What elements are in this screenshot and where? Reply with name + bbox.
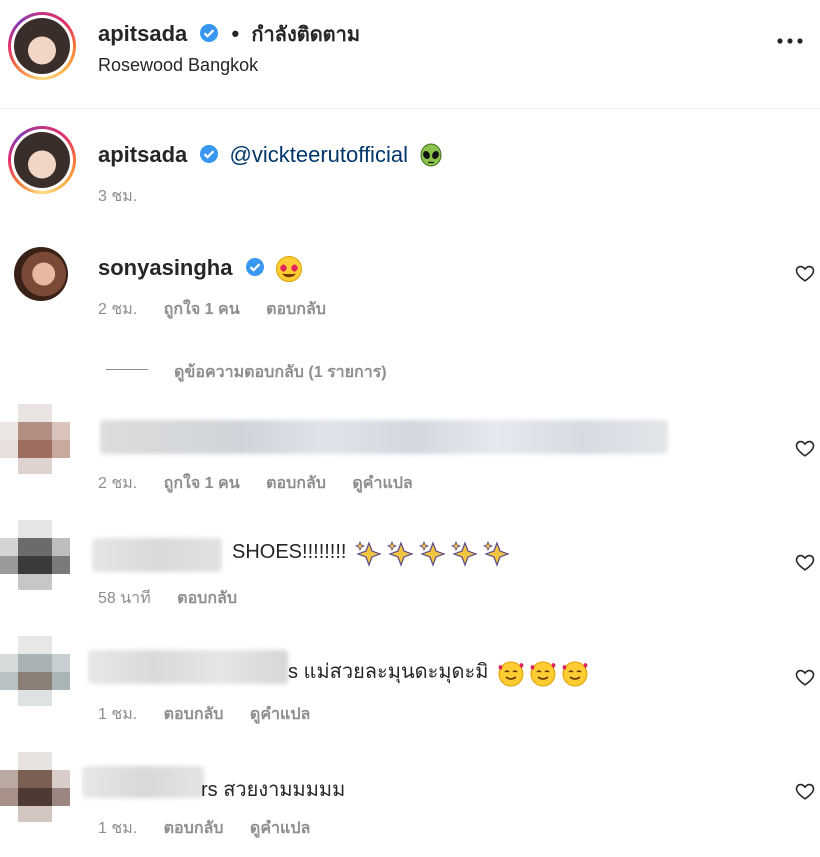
avatar-image <box>14 18 70 74</box>
caption-avatar[interactable] <box>8 126 76 194</box>
comment-text: SHOES!!!!!!!! <box>232 541 347 564</box>
comment-avatar-pixelated[interactable] <box>0 404 70 474</box>
comment-username-redacted <box>92 538 222 572</box>
comment-avatar-pixelated[interactable] <box>0 520 70 590</box>
more-horizontal-icon[interactable] <box>776 34 804 52</box>
like-heart-icon[interactable] <box>794 437 816 459</box>
comment-username-redacted <box>88 650 288 684</box>
comment-username-redacted <box>82 766 204 798</box>
caption-mention-link[interactable]: @vickteerutofficial <box>230 142 408 167</box>
avatar-image <box>14 132 70 188</box>
comment-likes-link[interactable]: ถูกใจ 1 คน <box>164 475 240 492</box>
comment-text: s แม่สวยละมุนดะมุดะมิ <box>288 661 489 683</box>
like-heart-icon[interactable] <box>794 551 816 573</box>
verified-icon <box>245 258 264 276</box>
sparkles-emoji <box>351 541 511 567</box>
comment-reply-button[interactable]: ตอบกลับ <box>164 706 224 723</box>
comment-likes-link[interactable]: ถูกใจ 1 คน <box>164 301 240 318</box>
translate-button[interactable]: ดูคำแปล <box>352 475 412 492</box>
header-divider <box>0 108 820 109</box>
comment-avatar-pixelated[interactable] <box>0 636 70 706</box>
comment-time: 58 นาที <box>98 590 151 607</box>
header-separator: • <box>231 21 240 46</box>
comment-avatar-pixelated[interactable] <box>0 752 70 822</box>
comment-time: 1 ชม. <box>98 706 138 723</box>
view-replies-button[interactable]: ดูข้อความตอบกลับ (1 รายการ) <box>174 360 387 385</box>
verified-icon <box>200 24 219 42</box>
comment-time: 2 ชม. <box>98 301 138 318</box>
comment-avatar[interactable] <box>14 247 68 301</box>
caption-username[interactable]: apitsada <box>98 142 187 167</box>
comment-reply-button[interactable]: ตอบกลับ <box>266 301 326 318</box>
like-heart-icon[interactable] <box>794 262 816 284</box>
caption-time: 3 ชม. <box>98 188 138 205</box>
like-heart-icon[interactable] <box>794 780 816 802</box>
comment-text-redacted <box>100 420 668 454</box>
smiling-hearts-emoji <box>493 661 589 687</box>
heart-eyes-emoji <box>275 256 302 283</box>
comment-username[interactable]: sonyasingha <box>98 255 232 280</box>
header-location[interactable]: Rosewood Bangkok <box>98 55 258 76</box>
comment-text: rs สวยงามมมมม <box>201 779 346 801</box>
replies-divider <box>106 369 148 370</box>
follow-status-button[interactable]: กำลังติดตาม <box>251 24 360 46</box>
comment-reply-button[interactable]: ตอบกลับ <box>266 475 326 492</box>
comment-time: 1 ชม. <box>98 820 138 837</box>
translate-button[interactable]: ดูคำแปล <box>250 706 310 723</box>
comment-reply-button[interactable]: ตอบกลับ <box>177 590 237 607</box>
alien-emoji <box>420 143 442 167</box>
header-avatar[interactable] <box>8 12 76 80</box>
like-heart-icon[interactable] <box>794 666 816 688</box>
verified-icon <box>200 145 219 163</box>
comment-time: 2 ชม. <box>98 475 138 492</box>
translate-button[interactable]: ดูคำแปล <box>250 820 310 837</box>
header-username[interactable]: apitsada <box>98 21 187 46</box>
comment-reply-button[interactable]: ตอบกลับ <box>164 820 224 837</box>
